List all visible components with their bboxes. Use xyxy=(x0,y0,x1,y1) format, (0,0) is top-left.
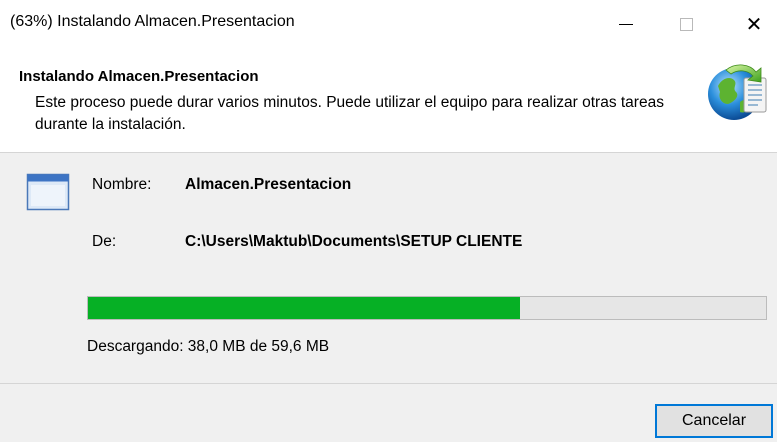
application-window-icon xyxy=(26,173,70,211)
details-panel: Nombre: Almacen.Presentacion De: C:\User… xyxy=(0,153,777,383)
progress-fill xyxy=(88,297,521,319)
header-panel: Instalando Almacen.Presentacion Este pro… xyxy=(0,48,777,152)
close-button[interactable]: ✕ xyxy=(731,0,777,48)
minimize-icon xyxy=(619,23,633,25)
footer: Cancelar xyxy=(0,384,777,442)
download-progress-bar xyxy=(87,296,767,320)
from-label: De: xyxy=(92,233,117,250)
window-title: (63%) Instalando Almacen.Presentacion xyxy=(10,13,295,30)
name-label: Nombre: xyxy=(92,176,152,193)
header-description: Este proceso puede durar varios minutos.… xyxy=(35,94,664,133)
name-value: Almacen.Presentacion xyxy=(185,176,352,193)
header-title: Instalando Almacen.Presentacion xyxy=(19,68,259,85)
cancel-button[interactable]: Cancelar xyxy=(655,404,773,438)
globe-install-icon xyxy=(708,64,767,120)
download-status: Descargando: 38,0 MB de 59,6 MB xyxy=(87,338,330,355)
close-icon: ✕ xyxy=(745,12,763,36)
title-bar: (63%) Instalando Almacen.Presentacion ✕ xyxy=(0,0,777,48)
maximize-icon xyxy=(679,17,693,31)
maximize-button xyxy=(663,0,709,48)
minimize-button[interactable] xyxy=(603,0,649,48)
from-value: C:\Users\Maktub\Documents\SETUP CLIENTE xyxy=(185,233,523,250)
